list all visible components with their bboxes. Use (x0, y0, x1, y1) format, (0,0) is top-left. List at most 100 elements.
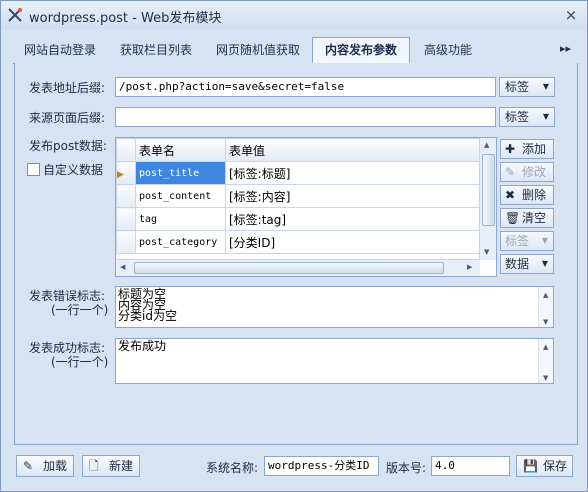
save-icon: 💾 (523, 459, 538, 473)
delete-button[interactable]: ✖ 删除 (500, 185, 554, 205)
success-flag-line: 发布成功 (118, 339, 167, 353)
chevron-down-icon: ▼ (542, 82, 549, 91)
tab-column-list[interactable]: 获取栏目列表 (109, 37, 203, 64)
title-bar: wordpress.post - Web发布模块 × (1, 1, 587, 29)
cell-value[interactable]: [标签:tag] (225, 207, 480, 231)
tab-random-values[interactable]: 网页随机值获取 (205, 37, 311, 64)
referer-tag-dropdown[interactable]: 标签 ▼ (499, 107, 555, 127)
plus-icon: ✚ (505, 142, 516, 156)
window-title: wordpress.post - Web发布模块 (29, 11, 222, 26)
scroll-up-icon[interactable]: ▲ (543, 290, 548, 301)
cell-name[interactable]: tag (135, 207, 226, 231)
grid-corner (116, 138, 136, 162)
tab-auto-login[interactable]: 网站自动登录 (13, 37, 107, 64)
grid-header-row: 表单名 表单值 (116, 138, 480, 162)
chevron-down-icon: ▼ (542, 112, 549, 121)
cell-value[interactable]: [标签:标题] (225, 161, 480, 185)
pencil-icon: ✎ (505, 165, 516, 179)
publish-params-panel: 发表地址后缀: /post.php?action=save&secret=fal… (14, 63, 578, 445)
scroll-up-icon[interactable]: ▲ (543, 342, 548, 353)
row-indicator (116, 184, 136, 208)
chevron-down-icon: ▼ (541, 236, 548, 245)
scroll-left-icon[interactable]: ◀ (120, 263, 125, 271)
data-dropdown[interactable]: 数据 ▼ (500, 254, 554, 274)
close-button[interactable]: × (563, 7, 579, 23)
tab-advanced[interactable]: 高级功能 (412, 37, 484, 64)
trash-icon: 🗑 (505, 211, 521, 225)
table-row[interactable]: tag [标签:tag] (116, 207, 480, 231)
referer-input[interactable] (115, 107, 496, 127)
new-label: 新建 (109, 459, 134, 473)
error-flag-line: 标题为空 (118, 287, 167, 301)
success-flag-textarea[interactable]: 发布成功 ▲ ▼ (115, 338, 554, 384)
save-button[interactable]: 💾 保存 (516, 455, 573, 477)
post-url-tag-dropdown[interactable]: 标签 ▼ (499, 77, 555, 97)
grid-horizontal-scrollbar[interactable]: ◀ ▶ (116, 259, 480, 276)
add-label: 添加 (522, 142, 547, 156)
scroll-up-icon[interactable]: ▲ (484, 141, 489, 149)
scroll-right-icon[interactable]: ▶ (467, 263, 472, 271)
row-indicator (116, 207, 136, 231)
error-flag-textarea[interactable]: 标题为空 内容为空 分类id为空 ▲ ▼ (115, 286, 554, 328)
post-url-tag-label: 标签 (505, 80, 530, 94)
add-button[interactable]: ✚ 添加 (500, 139, 554, 159)
post-url-label: 发表地址后缀: (29, 81, 106, 95)
post-data-label: 发布post数据: (29, 139, 107, 153)
custom-data-label: 自定义数据 (43, 163, 104, 177)
column-header-name[interactable]: 表单名 (135, 138, 226, 162)
cell-value[interactable]: [标签:内容] (225, 184, 480, 208)
grid-horizontal-thumb[interactable] (134, 262, 444, 274)
data-dropdown-label: 数据 (505, 257, 530, 271)
referer-tag-label: 标签 (505, 110, 530, 124)
tab-scroll-right-icon[interactable]: ▸▸ (560, 42, 571, 55)
cell-name[interactable]: post_title (135, 161, 226, 185)
column-header-value[interactable]: 表单值 (225, 138, 480, 162)
table-row[interactable]: post_category [分类ID] (116, 230, 480, 254)
new-file-icon: 🗋 (89, 459, 99, 473)
load-button[interactable]: ✎ 加载 (16, 455, 74, 477)
tag-dropdown-label: 标签 (505, 234, 530, 248)
scroll-down-icon[interactable]: ▼ (543, 373, 548, 383)
system-name-input[interactable]: wordpress-分类ID (264, 456, 379, 476)
cell-name[interactable]: post_content (135, 184, 226, 208)
edit-button[interactable]: ✎ 修改 (500, 162, 554, 182)
system-name-label: 系统名称: (206, 461, 259, 475)
edit-label: 修改 (522, 165, 547, 179)
clear-button[interactable]: 🗑 清空 (500, 208, 554, 228)
delete-label: 删除 (522, 188, 547, 202)
grid-vertical-thumb[interactable] (482, 154, 495, 226)
cell-value[interactable]: [分类ID] (225, 230, 480, 254)
new-button[interactable]: 🗋 新建 (82, 455, 140, 477)
custom-data-checkbox[interactable] (27, 163, 40, 176)
scroll-down-icon[interactable]: ▼ (543, 317, 548, 327)
grid-vertical-scrollbar[interactable]: ▲ ▼ (479, 138, 496, 260)
success-flag-scrollbar[interactable]: ▲ ▼ (538, 339, 553, 383)
success-flag-hint: (一行一个) (51, 355, 109, 369)
main-window: wordpress.post - Web发布模块 × 网站自动登录 获取栏目列表… (0, 0, 588, 492)
chevron-down-icon: ▼ (541, 259, 548, 268)
post-url-input[interactable]: /post.php?action=save&secret=false (115, 77, 496, 97)
version-label: 版本号: (386, 461, 427, 475)
tag-dropdown[interactable]: 标签 ▼ (500, 231, 554, 251)
post-data-grid[interactable]: 表单名 表单值 ▶ post_title [标签:标题] post_conten… (115, 137, 497, 277)
tab-publish-params[interactable]: 内容发布参数 (312, 37, 410, 65)
clear-label: 清空 (522, 211, 547, 225)
row-indicator (116, 230, 136, 254)
error-flag-scrollbar[interactable]: ▲ ▼ (538, 287, 553, 327)
version-input[interactable]: 4.0 (431, 456, 510, 476)
tab-bar: 网站自动登录 获取栏目列表 网页随机值获取 内容发布参数 高级功能 ▸▸ (13, 37, 577, 65)
referer-label: 来源页面后缀: (29, 111, 106, 125)
save-label: 保存 (543, 459, 568, 473)
table-row[interactable]: ▶ post_title [标签:标题] (116, 161, 480, 185)
scroll-down-icon[interactable]: ▼ (484, 248, 489, 256)
error-flag-hint: (一行一个) (51, 303, 109, 317)
delete-icon: ✖ (505, 188, 516, 202)
error-flag-line: 分类id为空 (118, 309, 177, 323)
row-indicator-icon: ▶ (116, 161, 136, 185)
load-label: 加载 (43, 459, 68, 473)
cell-name[interactable]: post_category (135, 230, 226, 254)
app-icon (8, 8, 22, 22)
table-row[interactable]: post_content [标签:内容] (116, 184, 480, 208)
edit-icon: ✎ (23, 459, 34, 473)
error-flag-line: 内容为空 (118, 298, 167, 312)
